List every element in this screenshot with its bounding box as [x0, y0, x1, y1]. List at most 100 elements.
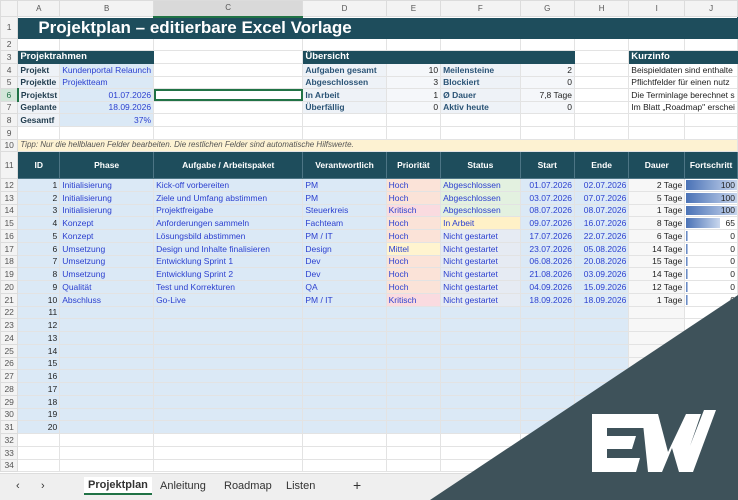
cell[interactable]: [684, 458, 738, 473]
task-id[interactable]: 10: [17, 292, 61, 307]
cell[interactable]: [440, 394, 521, 409]
task-id[interactable]: 5: [17, 229, 61, 243]
cell[interactable]: [302, 407, 387, 422]
row-number[interactable]: 4: [0, 63, 19, 77]
task-end[interactable]: 02.07.2026: [573, 178, 630, 192]
next-sheet-button[interactable]: ›: [41, 480, 45, 492]
cell[interactable]: [519, 382, 575, 396]
cell[interactable]: [440, 407, 521, 422]
cell[interactable]: [153, 113, 304, 127]
cell[interactable]: [302, 331, 387, 345]
task-name[interactable]: Projektfreigabe: [153, 203, 304, 218]
task-id[interactable]: 13: [17, 331, 61, 345]
table-header-task[interactable]: Aufgabe / Arbeitspaket: [153, 151, 304, 180]
cell[interactable]: [385, 331, 442, 345]
column-header-H[interactable]: H: [573, 0, 630, 17]
row-number[interactable]: 27: [0, 369, 19, 384]
task-id[interactable]: 9: [17, 280, 61, 294]
task-start[interactable]: 18.09.2026: [519, 292, 575, 307]
cell[interactable]: [153, 63, 304, 77]
task-priority[interactable]: Hoch: [385, 267, 442, 282]
task-id[interactable]: 6: [17, 241, 61, 256]
task-owner[interactable]: QA: [302, 280, 387, 294]
cell[interactable]: [684, 113, 738, 127]
task-id[interactable]: 1: [17, 178, 61, 192]
cell[interactable]: [573, 75, 630, 90]
column-header-G[interactable]: G: [519, 0, 575, 17]
cell[interactable]: [573, 433, 630, 447]
cell[interactable]: [519, 458, 575, 473]
tab-roadmap[interactable]: Roadmap: [224, 480, 272, 492]
cell[interactable]: [628, 445, 686, 460]
task-start[interactable]: 06.08.2026: [519, 254, 575, 269]
task-id[interactable]: 15: [17, 356, 61, 371]
cell[interactable]: [573, 394, 630, 409]
task-end[interactable]: 03.09.2026: [573, 267, 630, 282]
task-id[interactable]: 14: [17, 343, 61, 358]
row-number[interactable]: 7: [0, 100, 19, 115]
column-header-J[interactable]: J: [684, 0, 738, 17]
task-phase[interactable]: Qualität: [59, 280, 155, 294]
task-phase[interactable]: Umsetzung: [59, 254, 155, 269]
task-priority[interactable]: Hoch: [385, 229, 442, 243]
task-name[interactable]: Lösungsbild abstimmen: [153, 229, 304, 243]
table-header-prog[interactable]: Fortschritt: [684, 151, 738, 180]
row-number[interactable]: 26: [0, 356, 19, 371]
row-number[interactable]: 2: [0, 38, 19, 51]
task-owner[interactable]: Design: [302, 241, 387, 256]
task-status[interactable]: Nicht gestartet: [440, 280, 521, 294]
cell[interactable]: [440, 318, 521, 333]
cell[interactable]: [573, 305, 630, 320]
cell[interactable]: [385, 125, 442, 140]
tab-projektplan[interactable]: Projektplan: [84, 477, 152, 495]
cell[interactable]: [628, 356, 686, 371]
cell[interactable]: [519, 343, 575, 358]
cell[interactable]: [59, 445, 155, 460]
cell[interactable]: [302, 356, 387, 371]
row-number[interactable]: 33: [0, 445, 19, 460]
cell[interactable]: [573, 100, 630, 115]
task-id[interactable]: 12: [17, 318, 61, 333]
task-end[interactable]: 05.08.2026: [573, 241, 630, 256]
row-number[interactable]: 32: [0, 433, 19, 447]
cell[interactable]: [573, 318, 630, 333]
cell[interactable]: [573, 88, 630, 102]
row-number[interactable]: 20: [0, 280, 19, 294]
task-owner[interactable]: PM: [302, 190, 387, 205]
row-number[interactable]: 14: [0, 203, 19, 218]
cell[interactable]: [153, 50, 304, 64]
task-status[interactable]: Abgeschlossen: [440, 178, 521, 192]
task-end[interactable]: 20.08.2026: [573, 254, 630, 269]
cell[interactable]: [302, 433, 387, 447]
cell[interactable]: [153, 369, 304, 384]
field-value[interactable]: 18.09.2026: [59, 100, 155, 115]
cell[interactable]: [302, 394, 387, 409]
cell[interactable]: [302, 318, 387, 333]
cell[interactable]: [153, 125, 304, 140]
cell[interactable]: [440, 369, 521, 384]
cell[interactable]: [628, 343, 686, 358]
row-number[interactable]: 5: [0, 75, 19, 90]
task-start[interactable]: 04.09.2026: [519, 280, 575, 294]
cell[interactable]: [573, 113, 630, 127]
cell[interactable]: [153, 75, 304, 90]
row-number[interactable]: 15: [0, 216, 19, 231]
selected-cell-C6[interactable]: [153, 88, 304, 102]
cell[interactable]: [59, 420, 155, 435]
cell[interactable]: [153, 458, 304, 473]
cell[interactable]: [628, 407, 686, 422]
cell[interactable]: [684, 445, 738, 460]
task-owner[interactable]: Steuerkreis: [302, 203, 387, 218]
cell[interactable]: [59, 407, 155, 422]
task-phase[interactable]: Initialisierung: [59, 203, 155, 218]
task-phase[interactable]: Konzept: [59, 229, 155, 243]
task-priority[interactable]: Hoch: [385, 190, 442, 205]
task-owner[interactable]: Fachteam: [302, 216, 387, 231]
cell[interactable]: [684, 125, 738, 140]
cell[interactable]: [573, 125, 630, 140]
cell[interactable]: [153, 445, 304, 460]
cell[interactable]: [519, 445, 575, 460]
row-number[interactable]: 30: [0, 407, 19, 422]
row-number[interactable]: 9: [0, 125, 19, 140]
task-id[interactable]: 2: [17, 190, 61, 205]
